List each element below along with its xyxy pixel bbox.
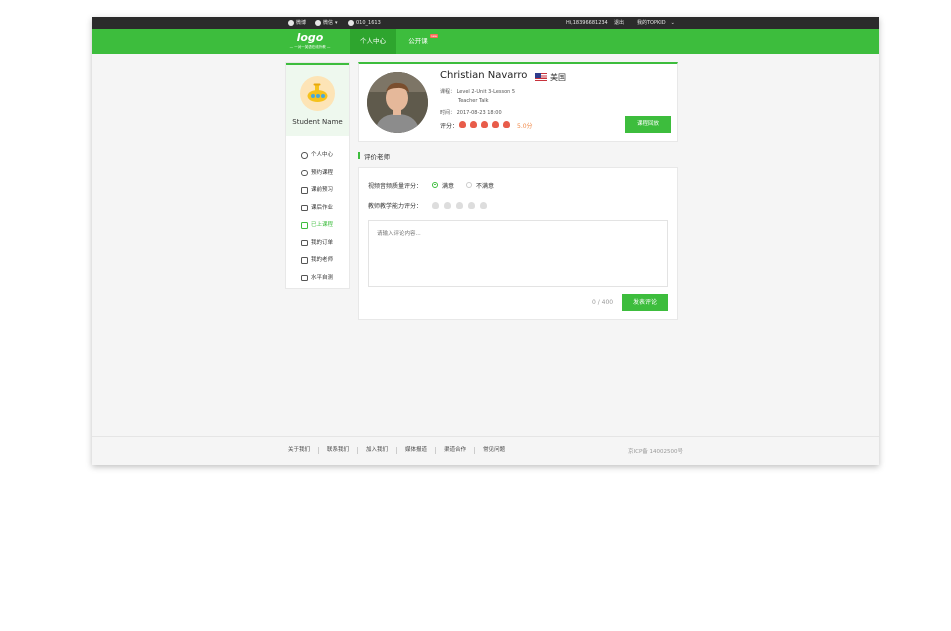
flower-icon xyxy=(481,121,488,128)
chevron-down-icon: ⌄ xyxy=(670,20,675,26)
score-value: 5.0分 xyxy=(517,123,533,130)
class-time: 时间： 2017-08-23 18:00 xyxy=(440,110,502,116)
flask-icon xyxy=(301,274,308,281)
flower-icon xyxy=(470,121,477,128)
footer: 关于我们 联系我们 加入我们 媒体报道 渠道合作 常见问题 京ICP备 1400… xyxy=(92,436,879,465)
teacher-name: Christian Navarro xyxy=(440,70,528,81)
submarine-icon xyxy=(307,83,328,102)
main-nav: logo — 一对一英语在线外教 — 个人中心 公开课 new xyxy=(92,29,879,54)
flower-icon xyxy=(492,121,499,128)
us-flag-icon xyxy=(535,73,547,81)
icp-number: 京ICP备 14002500号 xyxy=(628,449,684,455)
tab-open-class[interactable]: 公开课 new xyxy=(396,29,440,54)
clock-icon xyxy=(301,169,308,176)
student-profile: Student Name xyxy=(286,63,349,136)
course-info: 课程： Level 2-Unit 3-Lesson 5 xyxy=(440,89,516,95)
char-count: 0 / 400 xyxy=(592,299,614,306)
footer-link-faq[interactable]: 常见问题 xyxy=(474,447,513,454)
sidebar-item-preview[interactable]: 课前预习 xyxy=(286,182,349,200)
teacher-photo xyxy=(367,72,428,133)
sidebar-item-level-test[interactable]: 水平自测 xyxy=(286,270,349,288)
radio-unsatisfied-label[interactable]: 不满意 xyxy=(476,181,494,190)
flower-icon xyxy=(459,121,466,128)
top-bar: 微博 微信 ▾ 010_1613 Hi,18396681234 退出 我的TOP… xyxy=(92,17,879,29)
sidebar-item-book-class[interactable]: 预约课程 xyxy=(286,165,349,183)
teacher-country: 美国 xyxy=(550,73,566,82)
video-quality-label: 视频音频质量评分： xyxy=(368,183,423,190)
flower-icon xyxy=(503,121,510,128)
logo[interactable]: logo — 一对一英语在线外教 — xyxy=(285,31,335,50)
rating-flower-4-icon[interactable] xyxy=(468,202,475,209)
user-icon xyxy=(301,152,308,159)
teaching-ability-label: 教师教学能力评分： xyxy=(368,203,423,210)
clipboard-icon xyxy=(301,239,308,246)
sidebar-item-homework[interactable]: 课后作业 xyxy=(286,200,349,218)
phone-info: 010_1613 xyxy=(348,17,381,29)
footer-link-media[interactable]: 媒体报道 xyxy=(396,447,435,454)
footer-links: 关于我们 联系我们 加入我们 媒体报道 渠道合作 常见问题 xyxy=(288,447,513,454)
user-greeting: Hi,18396681234 xyxy=(566,20,608,26)
sidebar-item-teachers[interactable]: 我的老师 xyxy=(286,252,349,270)
radio-satisfied-label[interactable]: 满意 xyxy=(442,181,454,190)
weibo-icon xyxy=(288,20,294,26)
wechat-icon xyxy=(315,20,321,26)
tab-personal-center[interactable]: 个人中心 xyxy=(350,29,396,54)
sidebar-item-finished-courses[interactable]: 已上课程 xyxy=(286,217,349,235)
rating-flower-5-icon[interactable] xyxy=(480,202,487,209)
caret-down-icon: ▾ xyxy=(335,20,338,26)
weixin-link[interactable]: 微信 ▾ xyxy=(315,17,338,29)
evaluation-card: 视频音频质量评分： 满意 不满意 教师教学能力评分： 0 / 400 发表评论 xyxy=(358,167,678,320)
phone-icon xyxy=(348,20,354,26)
sidebar-item-personal-center[interactable]: 个人中心 xyxy=(286,147,349,165)
replay-button[interactable]: 课程回放 xyxy=(625,116,671,133)
footer-link-join[interactable]: 加入我们 xyxy=(357,447,396,454)
radio-unsatisfied[interactable] xyxy=(466,181,472,188)
sidebar: Student Name 个人中心 预约课程 课前预习 课后作业 已上课程 我的… xyxy=(285,62,350,289)
rating-flower-3-icon[interactable] xyxy=(456,202,463,209)
section-title: 评价老师 xyxy=(358,151,390,161)
account-menu[interactable]: 我的TOPKID ⌄ xyxy=(637,17,675,29)
comment-input[interactable] xyxy=(368,220,668,287)
sidebar-menu: 个人中心 预约课程 课前预习 课后作业 已上课程 我的订单 我的老师 水平自测 xyxy=(286,147,349,287)
radio-satisfied[interactable] xyxy=(432,181,438,188)
new-badge: new xyxy=(429,34,438,38)
sidebar-item-orders[interactable]: 我的订单 xyxy=(286,235,349,253)
book-icon xyxy=(301,187,308,194)
student-avatar xyxy=(300,76,335,111)
score-rating xyxy=(459,121,510,128)
submit-comment-button[interactable]: 发表评论 xyxy=(622,294,668,311)
flag-icon xyxy=(301,222,308,229)
rating-flower-2-icon[interactable] xyxy=(444,202,451,209)
logout-link[interactable]: 退出 xyxy=(614,17,624,29)
weibo-link[interactable]: 微博 xyxy=(288,17,306,29)
app-window: 微博 微信 ▾ 010_1613 Hi,18396681234 退出 我的TOP… xyxy=(92,17,879,465)
edit-icon xyxy=(301,204,308,211)
footer-link-contact[interactable]: 联系我们 xyxy=(318,447,357,454)
student-name: Student Name xyxy=(292,118,343,126)
teacher-icon xyxy=(301,257,308,264)
score-label: 评分： xyxy=(440,123,459,130)
rating-flower-1-icon[interactable] xyxy=(432,202,439,209)
teacher-card: Christian Navarro 美国 课程： Level 2-Unit 3-… xyxy=(358,62,678,142)
course-sub: Teacher Talk xyxy=(458,98,489,104)
footer-link-about[interactable]: 关于我们 xyxy=(288,447,318,454)
footer-link-partner[interactable]: 渠道合作 xyxy=(435,447,474,454)
